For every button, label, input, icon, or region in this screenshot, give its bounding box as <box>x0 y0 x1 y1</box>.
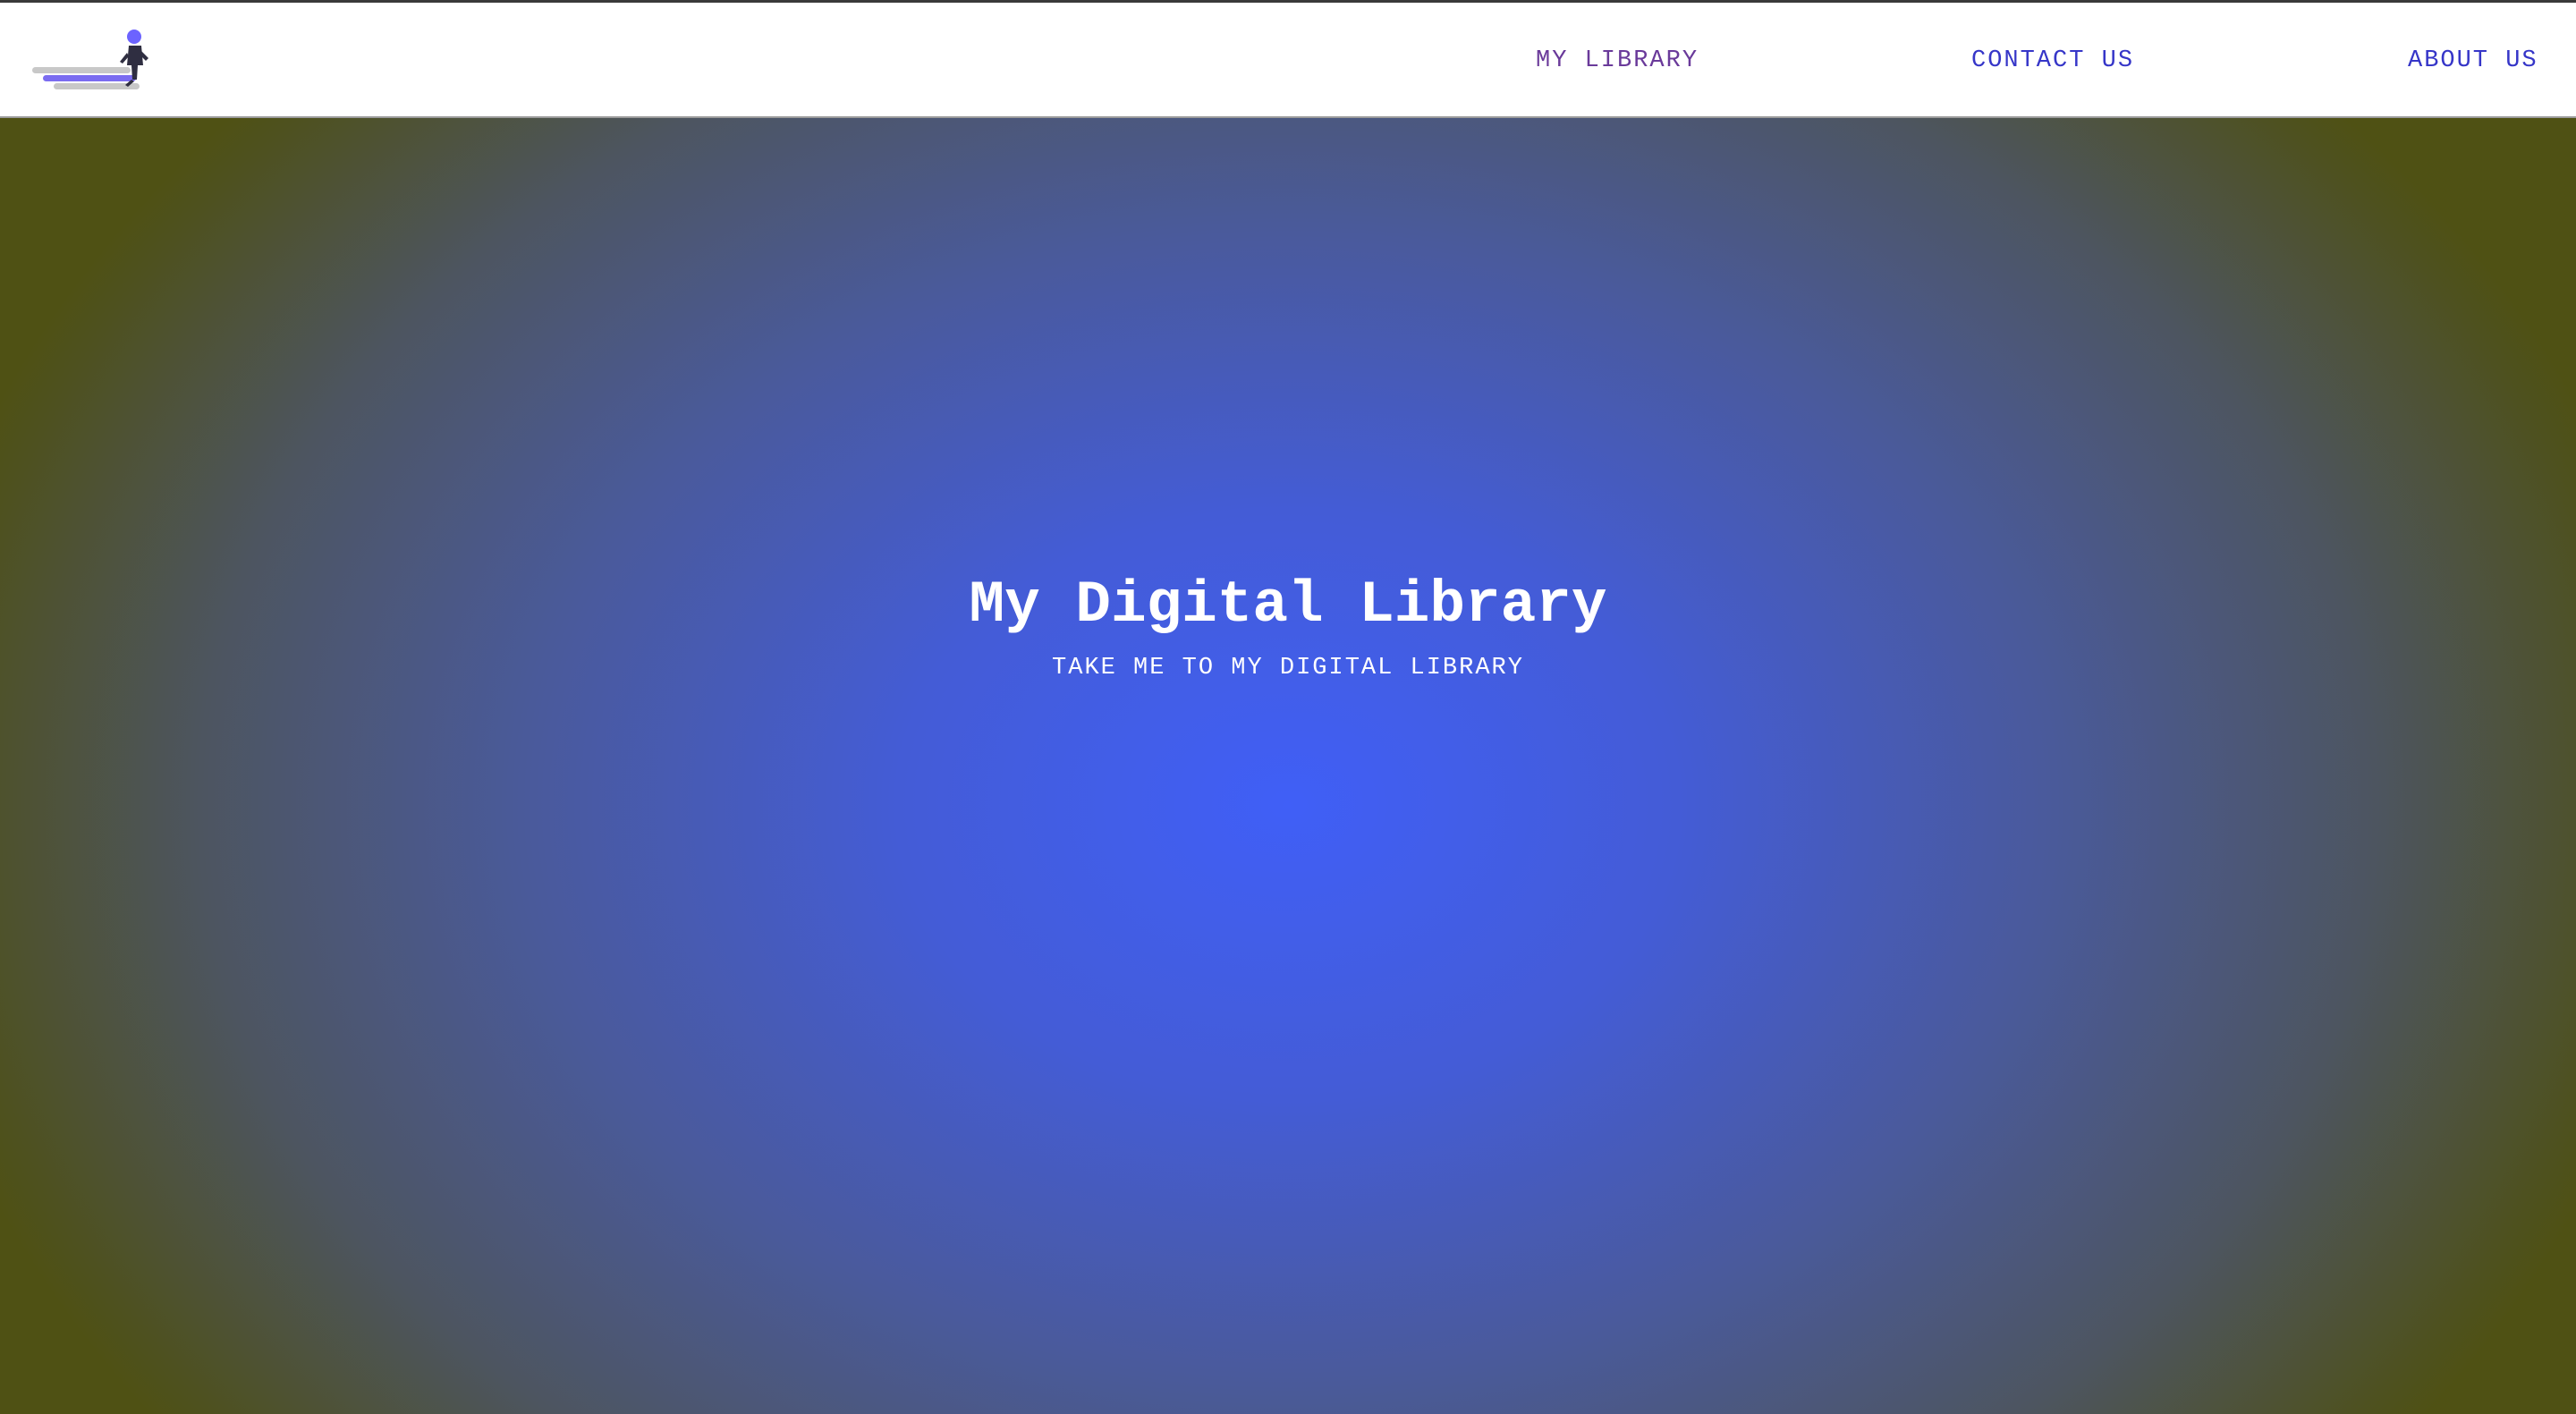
nav-about-us[interactable]: ABOUT US <box>2408 46 2538 76</box>
logo[interactable] <box>30 26 156 97</box>
go-to-library-link[interactable]: TAKE ME TO MY DIGITAL LIBRARY <box>0 653 2576 683</box>
reading-person-on-books-icon <box>32 30 148 89</box>
nav-my-library[interactable]: MY LIBRARY <box>1536 46 1699 76</box>
hero-title: My Digital Library <box>969 572 1607 639</box>
nav-contact-us[interactable]: CONTACT US <box>1971 46 2134 76</box>
hero-section: My Digital Library TAKE ME TO MY DIGITAL… <box>0 118 2576 1414</box>
top-navigation-bar: MY LIBRARY CONTACT US ABOUT US <box>0 0 2576 118</box>
